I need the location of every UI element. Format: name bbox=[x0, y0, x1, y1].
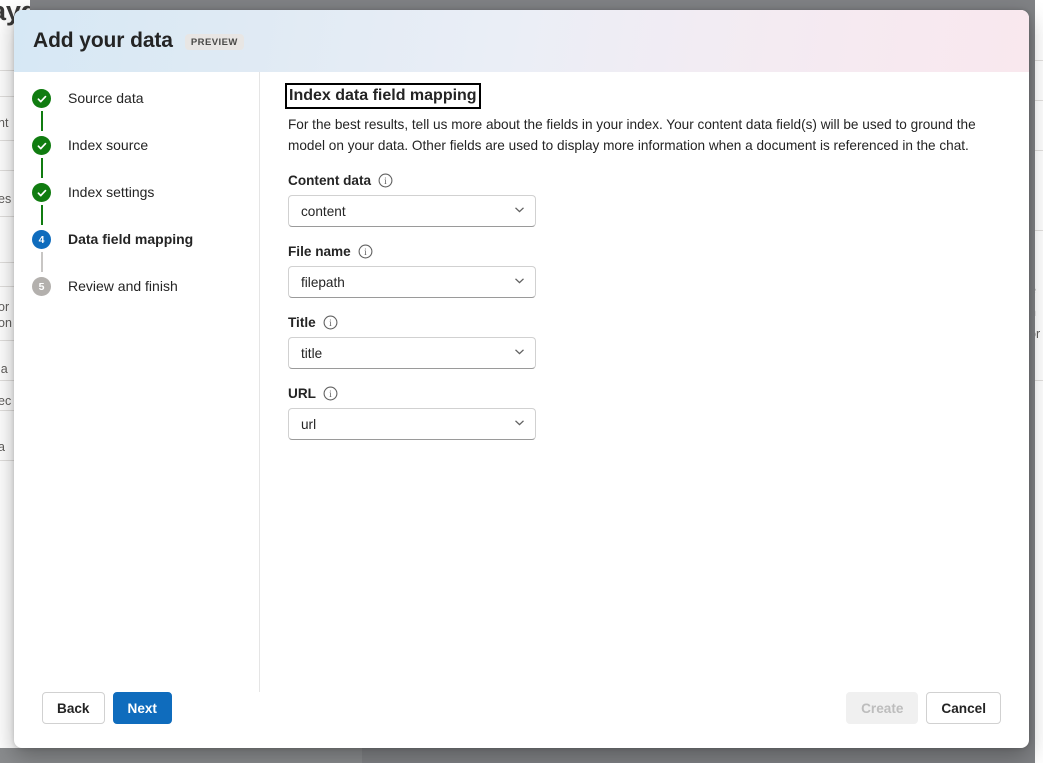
background-bottom-strip bbox=[0, 748, 362, 763]
stepper-item-label: Source data bbox=[68, 90, 144, 106]
background-rule bbox=[1035, 60, 1043, 61]
dialog-header: Add your data PREVIEW bbox=[14, 10, 1029, 72]
background-text-fragment: la bbox=[0, 362, 8, 376]
dialog-footer: Back Next Create Cancel bbox=[14, 692, 1029, 748]
background-text-fragment: on bbox=[0, 316, 12, 330]
stepper-item-review-and-finish[interactable]: 5 Review and finish bbox=[14, 277, 259, 324]
dropdown-file-name[interactable]: filepath bbox=[288, 266, 536, 298]
background-text-fragment: or bbox=[0, 300, 10, 314]
check-icon bbox=[32, 89, 51, 108]
dialog-body: Source data Index source Index settings 4 Da… bbox=[14, 72, 1029, 692]
dialog-content: Index data field mapping For the best re… bbox=[260, 72, 1029, 692]
background-rule bbox=[1035, 100, 1043, 101]
step-marker: 4 bbox=[31, 230, 52, 275]
field-label-row: URL i bbox=[288, 386, 1029, 401]
info-icon[interactable]: i bbox=[323, 386, 338, 401]
svg-text:i: i bbox=[329, 319, 332, 329]
step-number-badge: 5 bbox=[32, 277, 51, 296]
background-text-fragment: or bbox=[1035, 327, 1041, 341]
add-your-data-dialog: Add your data PREVIEW Source data Index s… bbox=[14, 10, 1029, 748]
background-text-fragment: ec bbox=[0, 394, 12, 408]
field-label-row: Content data i bbox=[288, 173, 1029, 188]
next-button[interactable]: Next bbox=[112, 692, 172, 724]
background-right-strip: en or bbox=[1035, 0, 1043, 763]
field-group: URL i url bbox=[288, 386, 1029, 440]
stepper-item-label: Index settings bbox=[68, 184, 155, 200]
step-connector bbox=[40, 252, 43, 272]
page-title: Index data field mapping bbox=[285, 83, 481, 109]
field-group: File name i filepath bbox=[288, 244, 1029, 298]
stepper-item-label: Index source bbox=[68, 137, 149, 153]
field-label: URL bbox=[288, 386, 316, 401]
dropdown-title[interactable]: title bbox=[288, 337, 536, 369]
info-icon[interactable]: i bbox=[358, 244, 373, 259]
field-label: File name bbox=[288, 244, 351, 259]
back-button[interactable]: Back bbox=[42, 692, 105, 724]
stepper-item-data-field-mapping[interactable]: 4 Data field mapping bbox=[14, 230, 259, 277]
field-label-row: File name i bbox=[288, 244, 1029, 259]
info-icon[interactable]: i bbox=[378, 173, 393, 188]
stepper-item-index-settings[interactable]: Index settings bbox=[14, 183, 259, 230]
background-rule bbox=[1035, 150, 1043, 151]
dropdown-selected-value: url bbox=[301, 416, 317, 432]
field-label-row: Title i bbox=[288, 315, 1029, 330]
stepper-item-index-source[interactable]: Index source bbox=[14, 136, 259, 183]
svg-text:i: i bbox=[329, 390, 332, 400]
create-button[interactable]: Create bbox=[846, 692, 919, 724]
background-text-fragment: a bbox=[0, 440, 5, 454]
chevron-down-icon bbox=[513, 203, 526, 219]
dialog-title: Add your data bbox=[33, 29, 173, 52]
background-text-fragment: nt bbox=[0, 116, 9, 130]
info-icon[interactable]: i bbox=[323, 315, 338, 330]
chevron-down-icon bbox=[513, 345, 526, 361]
step-marker bbox=[31, 183, 52, 228]
dropdown-content-data[interactable]: content bbox=[288, 195, 536, 227]
field-mapping-form: Content data i content File name i filepath Ti… bbox=[288, 173, 1029, 440]
check-icon bbox=[32, 136, 51, 155]
step-connector bbox=[40, 111, 43, 131]
background-text-fragment: n bbox=[1035, 305, 1036, 319]
dropdown-url[interactable]: url bbox=[288, 408, 536, 440]
step-marker bbox=[31, 136, 52, 181]
background-rule bbox=[1035, 230, 1043, 231]
step-connector bbox=[40, 205, 43, 225]
stepper-item-source-data[interactable]: Source data bbox=[14, 89, 259, 136]
svg-text:i: i bbox=[384, 177, 387, 187]
check-icon bbox=[32, 183, 51, 202]
cancel-button[interactable]: Cancel bbox=[926, 692, 1001, 724]
field-label: Title bbox=[288, 315, 316, 330]
background-text-fragment: es bbox=[0, 192, 12, 206]
chevron-down-icon bbox=[513, 416, 526, 432]
stepper-item-label: Review and finish bbox=[68, 278, 178, 294]
dropdown-selected-value: title bbox=[301, 345, 323, 361]
chevron-down-icon bbox=[513, 274, 526, 290]
background-rule bbox=[1035, 380, 1043, 381]
svg-text:i: i bbox=[364, 248, 367, 258]
dropdown-selected-value: content bbox=[301, 203, 346, 219]
step-marker: 5 bbox=[31, 277, 52, 296]
preview-badge: PREVIEW bbox=[184, 34, 244, 50]
field-label: Content data bbox=[288, 173, 372, 188]
field-group: Content data i content bbox=[288, 173, 1029, 227]
background-text-fragment: e bbox=[1035, 283, 1036, 297]
stepper-item-label: Data field mapping bbox=[68, 231, 194, 247]
wizard-stepper: Source data Index source Index settings 4 Da… bbox=[14, 72, 260, 692]
dropdown-selected-value: filepath bbox=[301, 274, 345, 290]
field-group: Title i title bbox=[288, 315, 1029, 369]
step-marker bbox=[31, 89, 52, 134]
step-connector bbox=[40, 158, 43, 178]
step-number-badge: 4 bbox=[32, 230, 51, 249]
section-description: For the best results, tell us more about… bbox=[288, 117, 976, 153]
